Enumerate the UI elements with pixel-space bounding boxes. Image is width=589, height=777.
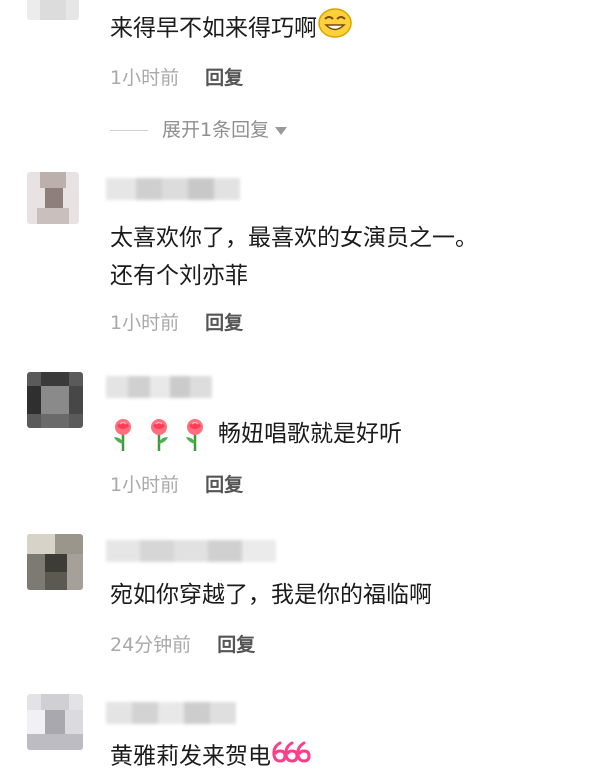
comment-body: 黄雅莉发来贺电 xyxy=(110,743,271,770)
divider-line xyxy=(110,130,148,131)
expand-replies-label: 展开1条回复 xyxy=(162,119,270,141)
comment-text: 太喜欢你了，最喜欢的女演员之一。 还有个刘亦菲 xyxy=(110,219,478,295)
timestamp: 1小时前 xyxy=(110,312,180,334)
comment-body: 来得早不如来得巧啊 xyxy=(110,15,317,42)
comment-text: 黄雅莉发来贺电 xyxy=(110,737,311,777)
reply-button[interactable]: 回复 xyxy=(205,67,243,89)
comment-meta: 1小时前 回复 xyxy=(110,66,243,90)
rose-icon xyxy=(146,418,172,452)
comment-line: 还有个刘亦菲 xyxy=(110,263,248,289)
comment-text: 来得早不如来得巧啊 xyxy=(110,7,353,51)
comment-line: 太喜欢你了，最喜欢的女演员之一。 xyxy=(110,225,478,251)
reply-button[interactable]: 回复 xyxy=(205,474,243,496)
username-blurred[interactable] xyxy=(106,178,240,200)
comment-body: 宛如你穿越了，我是你的福临啊 xyxy=(110,582,432,608)
avatar[interactable] xyxy=(27,694,83,750)
comment-meta: 1小时前 回复 xyxy=(110,473,243,497)
comment-thread: 来得早不如来得巧啊 1小时前 回复 展开1条回复 太喜欢你了，最喜欢的女演员之一。… xyxy=(0,0,589,777)
username-blurred[interactable] xyxy=(106,376,212,398)
comment-body: 畅妞唱歌就是好听 xyxy=(218,421,402,447)
comment-meta: 1小时前 回复 xyxy=(110,311,243,335)
rose-icon xyxy=(182,418,208,452)
grinning-face-icon xyxy=(317,7,353,51)
caret-down-icon xyxy=(275,126,288,135)
expand-replies-button[interactable]: 展开1条回复 xyxy=(110,118,288,142)
avatar[interactable] xyxy=(27,534,83,590)
username-blurred[interactable] xyxy=(106,540,276,562)
comment-meta: 24分钟前 回复 xyxy=(110,633,255,657)
rose-icon xyxy=(110,418,136,452)
timestamp: 24分钟前 xyxy=(110,634,192,656)
666-sticker-icon xyxy=(271,737,311,777)
username-blurred[interactable] xyxy=(106,702,236,724)
comment-text: 畅妞唱歌就是好听 xyxy=(110,415,402,453)
avatar[interactable] xyxy=(27,0,79,20)
reply-button[interactable]: 回复 xyxy=(205,312,243,334)
timestamp: 1小时前 xyxy=(110,474,180,496)
reply-button[interactable]: 回复 xyxy=(217,634,255,656)
timestamp: 1小时前 xyxy=(110,67,180,89)
avatar[interactable] xyxy=(27,372,83,428)
comment-text: 宛如你穿越了，我是你的福临啊 xyxy=(110,576,432,614)
avatar[interactable] xyxy=(27,172,79,224)
